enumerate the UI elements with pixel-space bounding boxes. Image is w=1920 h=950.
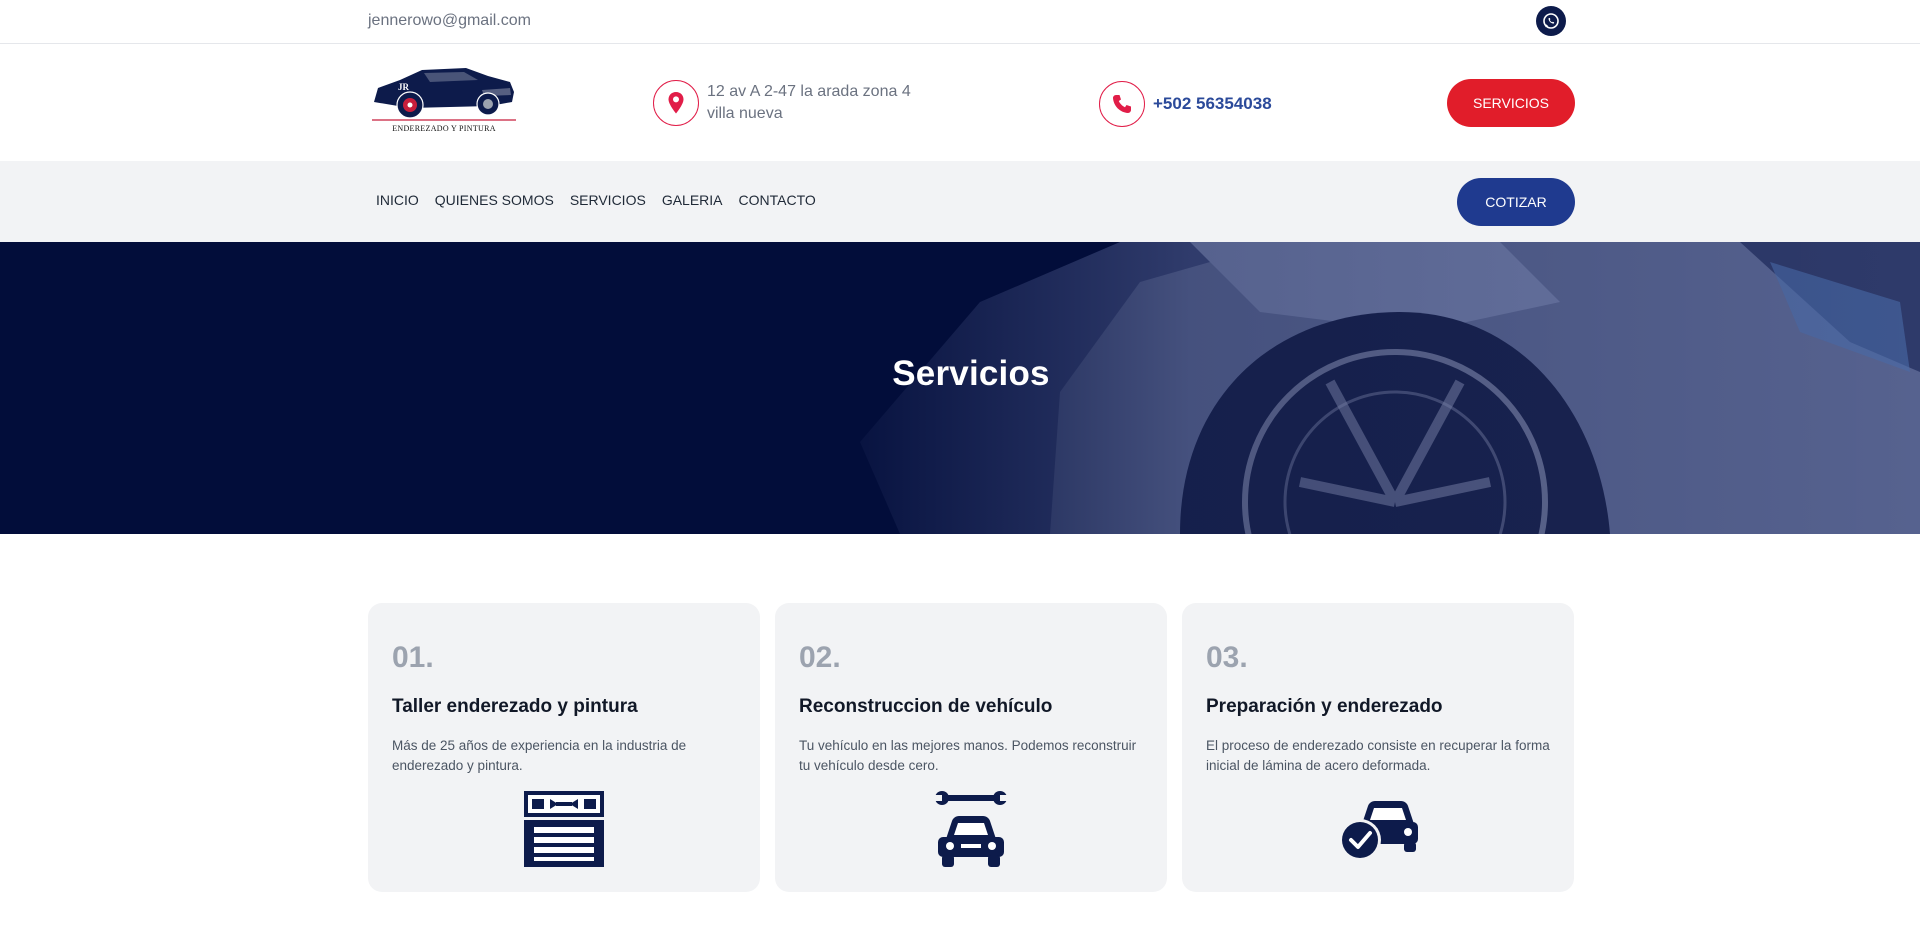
brand-logo[interactable]: JR Enderezado y Pintura [370,62,518,136]
card-title: Reconstruccion de vehículo [799,696,1053,717]
site-header: JR Enderezado y Pintura 12 av A 2-47 la … [0,44,1920,161]
nav-item-inicio[interactable]: INICIO [376,192,419,208]
car-wrench-icon [931,789,1011,869]
service-card-3: 03. Preparación y enderezado El proceso … [1182,603,1574,892]
phone-number[interactable]: +502 56354038 [1153,94,1272,114]
address-line-2: villa nueva [707,105,783,122]
whatsapp-icon[interactable] [1536,6,1566,36]
phone-block: +502 56354038 [1099,81,1272,127]
card-title: Preparación y enderezado [1206,696,1443,717]
servicios-button[interactable]: SERVICIOS [1447,79,1575,127]
main-nav: INICIO QUIENES SOMOS SERVICIOS GALERIA C… [0,161,1920,242]
card-description: Tu vehículo en las mejores manos. Podemo… [799,738,1137,773]
address-line-1: 12 av A 2-47 la arada zona 4 [707,83,911,100]
nav-item-quienes-somos[interactable]: QUIENES SOMOS [435,192,554,208]
address-block: 12 av A 2-47 la arada zona 4 villa nueva [653,80,911,126]
cotizar-button[interactable]: COTIZAR [1457,178,1575,226]
card-number: 01. [392,641,434,674]
service-card-1: 01. Taller enderezado y pintura Más de 2… [368,603,760,892]
card-description: El proceso de enderezado consiste en rec… [1206,738,1550,773]
logo-tagline: Enderezado y Pintura [392,124,496,133]
hero-banner: Servicios [0,242,1920,534]
contact-email[interactable]: jennerowo@gmail.com [368,12,531,30]
phone-icon [1099,81,1145,127]
garage-tools-icon [524,789,604,869]
card-number: 03. [1206,641,1248,674]
map-pin-icon [653,80,699,126]
nav-item-servicios[interactable]: SERVICIOS [570,192,646,208]
card-title: Taller enderezado y pintura [392,696,638,717]
nav-item-contacto[interactable]: CONTACTO [739,192,816,208]
page-title: Servicios [892,354,1050,393]
service-card-2: 02. Reconstruccion de vehículo Tu vehícu… [775,603,1167,892]
nav-item-galeria[interactable]: GALERIA [662,192,723,208]
card-description: Más de 25 años de experiencia en la indu… [392,738,687,773]
card-number: 02. [799,641,841,674]
top-bar: jennerowo@gmail.com [0,0,1920,44]
svg-text:JR: JR [398,82,410,92]
car-check-icon [1338,789,1418,869]
